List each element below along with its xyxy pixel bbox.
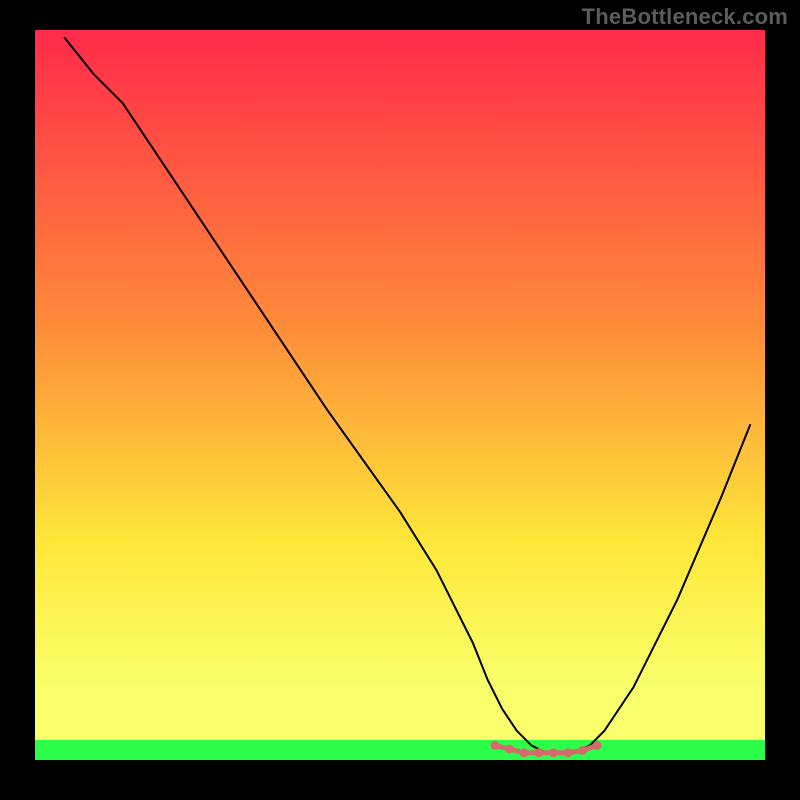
trough-dot [593,741,602,750]
trough-dot [534,748,543,757]
trough-dot [549,748,558,757]
plot-area [35,30,765,760]
watermark-text: TheBottleneck.com [582,4,788,30]
gradient-background [35,30,765,760]
green-band [35,740,765,760]
chart-frame: TheBottleneck.com [0,0,800,800]
trough-dot [520,748,529,757]
trough-dot [505,745,514,754]
trough-dot [490,741,499,750]
trough-dot [563,748,572,757]
trough-dot [578,746,587,755]
chart-svg [0,0,800,800]
